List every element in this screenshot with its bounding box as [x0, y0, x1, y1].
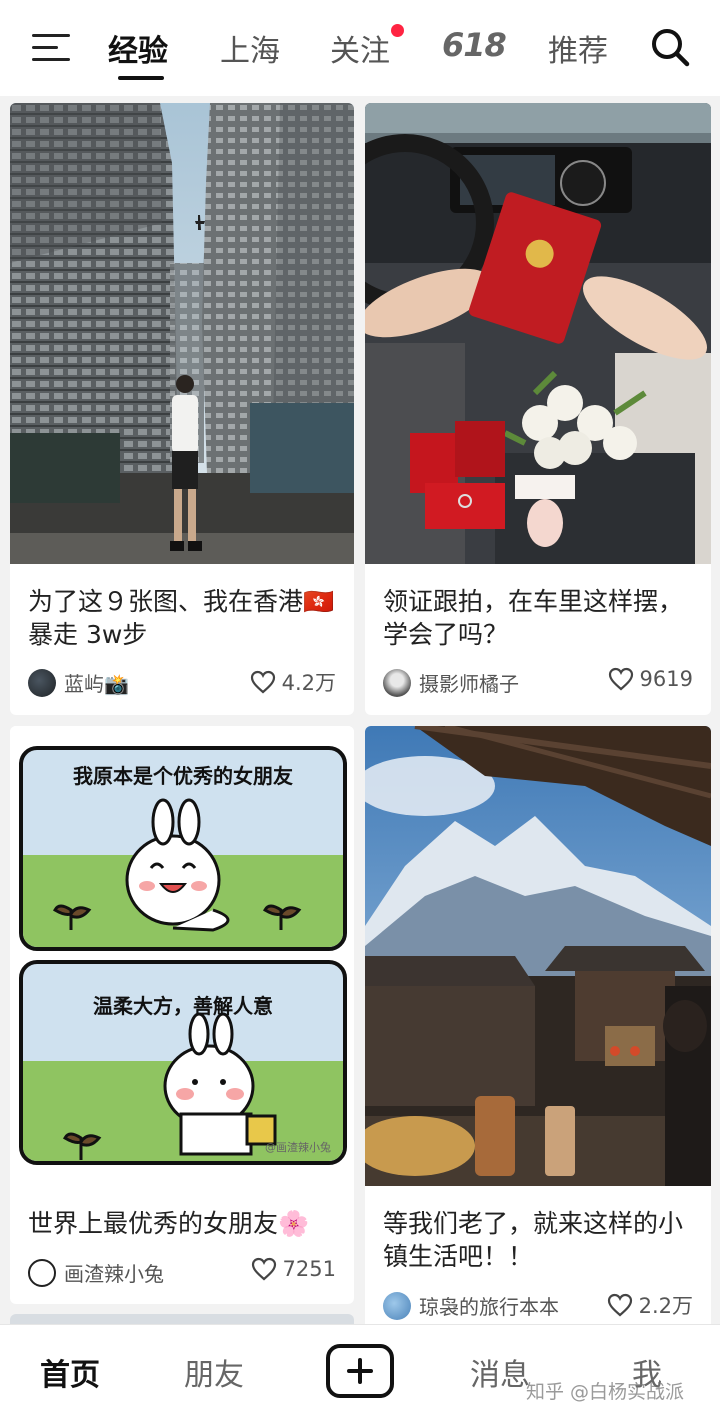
like-button[interactable]: 4.2万 [250, 667, 336, 697]
active-tab-indicator [118, 76, 164, 80]
avatar [28, 668, 56, 697]
comic-panel: 我原本是个优秀的女朋友 [19, 746, 347, 951]
card-image: 我原本是个优秀的女朋友 温柔大方，善解人意 @画渣辣小兔 [10, 726, 354, 1174]
tab-recommend[interactable]: 推荐 [548, 26, 608, 70]
tab-618[interactable]: 618 [442, 26, 507, 64]
nav-messages[interactable]: 消息 [470, 1350, 530, 1394]
like-count: 9619 [639, 667, 693, 691]
card-image [365, 103, 711, 564]
card-author[interactable]: 画渣辣小兔 [28, 1258, 164, 1287]
author-name: 琼袅的旅行本本 [419, 1295, 559, 1319]
author-name: 蓝屿📸 [64, 672, 129, 696]
heart-icon [607, 1293, 632, 1317]
search-icon[interactable] [650, 27, 690, 67]
heart-icon [608, 667, 633, 691]
top-bar: 经验 上海 关注 618 推荐 [0, 0, 720, 96]
comic-panel: 温柔大方，善解人意 @画渣辣小兔 [19, 960, 347, 1165]
card-title: 世界上最优秀的女朋友🌸 [28, 1209, 310, 1238]
card-author[interactable]: 摄影师橘子 [383, 668, 519, 697]
comic-signature: @画渣辣小兔 [265, 1141, 331, 1154]
card-title: 领证跟拍，在车里这样摆，学会了吗？ [383, 587, 684, 649]
card-author[interactable]: 蓝屿📸 [28, 668, 129, 697]
watermark: 知乎 @白杨实战派 [526, 1381, 685, 1403]
like-button[interactable]: 7251 [251, 1257, 336, 1281]
notification-dot [391, 24, 404, 37]
author-name: 画渣辣小兔 [64, 1262, 164, 1286]
publish-button[interactable] [326, 1344, 394, 1398]
feed-card[interactable]: 为了这９张图、我在香港🇭🇰暴走 3w步 蓝屿📸 4.2万 [10, 103, 354, 715]
heart-icon [251, 1257, 276, 1281]
nav-friends[interactable]: 朋友 [184, 1350, 244, 1394]
menu-icon[interactable] [32, 32, 70, 62]
like-button[interactable]: 9619 [608, 667, 693, 691]
nav-home[interactable]: 首页 [40, 1350, 100, 1394]
author-name: 摄影师橘子 [419, 672, 519, 696]
card-title: 等我们老了，就来这样的小镇生活吧！！ [383, 1209, 684, 1271]
feed-card[interactable]: 我原本是个优秀的女朋友 温柔大方，善解人意 @画渣辣小兔 世界上最优秀的女朋友🌸… [10, 726, 354, 1304]
heart-icon [250, 670, 275, 694]
card-image [10, 103, 354, 564]
avatar [383, 668, 411, 697]
avatar [28, 1258, 56, 1287]
like-button[interactable]: 2.2万 [607, 1290, 693, 1320]
tab-experience[interactable]: 经验 [108, 26, 168, 70]
feed-card[interactable]: 领证跟拍，在车里这样摆，学会了吗？ 摄影师橘子 9619 [365, 103, 711, 715]
like-count: 7251 [282, 1257, 336, 1281]
avatar [383, 1291, 411, 1320]
card-title: 为了这９张图、我在香港🇭🇰暴走 3w步 [28, 587, 335, 649]
card-image [365, 726, 711, 1186]
feed-card[interactable]: 等我们老了，就来这样的小镇生活吧！！ 琼袅的旅行本本 2.2万 [365, 726, 711, 1336]
card-author[interactable]: 琼袅的旅行本本 [383, 1291, 559, 1320]
tab-shanghai[interactable]: 上海 [220, 26, 280, 70]
like-count: 4.2万 [281, 671, 336, 695]
like-count: 2.2万 [638, 1294, 693, 1318]
bottom-nav: 首页 朋友 消息 我 知乎 @白杨实战派 [0, 1324, 720, 1419]
tab-following[interactable]: 关注 [330, 26, 390, 70]
